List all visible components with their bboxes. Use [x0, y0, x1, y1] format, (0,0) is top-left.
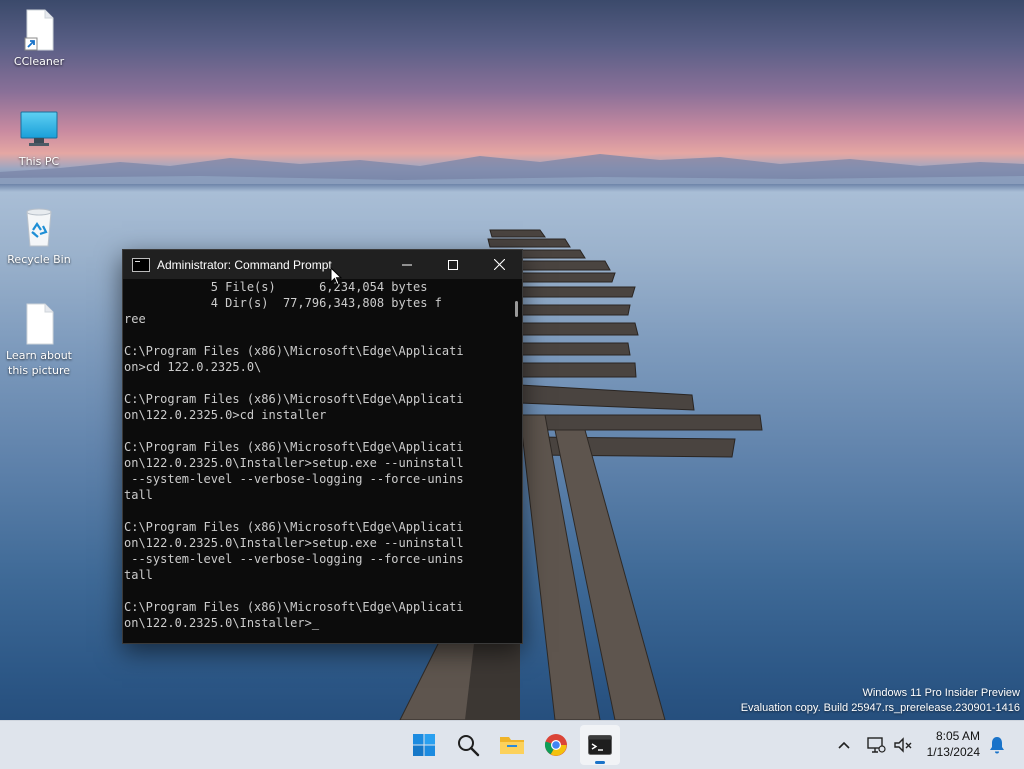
desktop-icon-label: Learn about this picture [6, 349, 72, 377]
window-titlebar[interactable]: Administrator: Command Prompt [123, 250, 522, 279]
desktop-icon-label: CCleaner [13, 55, 65, 68]
file-shortcut-icon [19, 8, 59, 52]
chevron-up-icon [838, 741, 850, 749]
wallpaper-mountains [0, 154, 1024, 184]
console-line: on\122.0.2325.0\Installer>setup.exe --un… [124, 536, 464, 550]
console-line: on\122.0.2325.0\Installer>setup.exe --un… [124, 456, 464, 470]
desktop-icon-label: This PC [18, 155, 60, 168]
desktop-icon-ccleaner[interactable]: CCleaner [1, 8, 77, 69]
maximize-icon [448, 259, 458, 270]
network-icon [867, 737, 886, 753]
console-line: on\122.0.2325.0\Installer> [124, 616, 312, 630]
terminal-button[interactable] [580, 725, 620, 765]
file-explorer-icon [500, 737, 524, 754]
volume-button[interactable] [890, 721, 916, 769]
search-icon [458, 735, 480, 757]
notifications-button[interactable] [984, 721, 1010, 769]
evaluation-watermark: Windows 11 Pro Insider Preview Evaluatio… [741, 686, 1020, 716]
maximize-button[interactable] [430, 250, 476, 279]
console-line: 5 File(s) 6,234,054 bytes [124, 280, 428, 294]
console-line: 4 Dir(s) 77,796,343,808 bytes f [124, 296, 442, 310]
console-text: 5 File(s) 6,234,054 bytes 4 Dir(s) 77,79… [123, 279, 511, 631]
minimize-icon [402, 264, 412, 265]
recycle-bin-icon [19, 206, 59, 250]
console-line: on\122.0.2325.0>cd installer [124, 408, 327, 422]
console-line: ree [124, 312, 146, 326]
windows-start-icon [413, 734, 435, 756]
show-hidden-icons-button[interactable] [832, 721, 856, 769]
clock-date: 1/13/2024 [926, 745, 980, 759]
close-button[interactable] [476, 250, 522, 279]
console-line: C:\Program Files (x86)\Microsoft\Edge\Ap… [124, 440, 464, 454]
mouse-cursor-icon [330, 267, 342, 286]
console-line: --system-level --verbose-logging --force… [124, 552, 464, 566]
scrollbar-thumb[interactable] [515, 301, 518, 317]
terminal-icon [588, 735, 612, 755]
file-explorer-button[interactable] [492, 725, 532, 765]
watermark-line-2: Evaluation copy. Build 25947.rs_prerelea… [740, 702, 1020, 714]
volume-muted-icon [894, 737, 912, 753]
desktop-icon-this-pc[interactable]: This PC [1, 108, 77, 169]
clock-time: 8:05 AM [935, 729, 980, 743]
console-output[interactable]: 5 File(s) 6,234,054 bytes 4 Dir(s) 77,79… [123, 279, 511, 643]
watermark-line-1: Windows 11 Pro Insider Preview [862, 687, 1020, 699]
text-cursor: _ [311, 616, 320, 630]
console-line: C:\Program Files (x86)\Microsoft\Edge\Ap… [124, 344, 464, 358]
chrome-button[interactable] [536, 725, 576, 765]
desktop-icon-label: Recycle Bin [7, 253, 71, 266]
console-line: tall [124, 568, 153, 582]
console-line: --system-level --verbose-logging --force… [124, 472, 464, 486]
minimize-button[interactable] [384, 250, 430, 279]
taskbar: 8:05 AM 1/13/2024 [0, 720, 1024, 769]
console-line: C:\Program Files (x86)\Microsoft\Edge\Ap… [124, 520, 464, 534]
console-line: C:\Program Files (x86)\Microsoft\Edge\Ap… [124, 392, 464, 406]
search-button[interactable] [448, 725, 488, 765]
desktop-icon-learn-about-picture[interactable]: Learn about this picture [1, 302, 77, 378]
command-prompt-window[interactable]: Administrator: Command Prompt 5 File(s) … [122, 249, 523, 644]
bell-icon [990, 737, 1004, 754]
start-button[interactable] [404, 725, 444, 765]
monitor-icon [19, 108, 59, 152]
console-scrollbar[interactable] [511, 279, 522, 643]
chrome-icon [544, 734, 567, 756]
system-clock[interactable]: 8:05 AM 1/13/2024 [927, 728, 980, 760]
window-title: Administrator: Command Prompt [157, 257, 332, 272]
console-line: tall [124, 488, 153, 502]
console-line: C:\Program Files (x86)\Microsoft\Edge\Ap… [124, 600, 464, 614]
active-app-indicator [595, 761, 605, 764]
console-line: on>cd 122.0.2325.0\ [124, 360, 262, 374]
close-icon [493, 259, 505, 270]
cmd-app-icon [132, 257, 150, 272]
network-button[interactable] [862, 721, 890, 769]
file-icon [19, 302, 59, 346]
desktop-icon-recycle-bin[interactable]: Recycle Bin [1, 206, 77, 267]
